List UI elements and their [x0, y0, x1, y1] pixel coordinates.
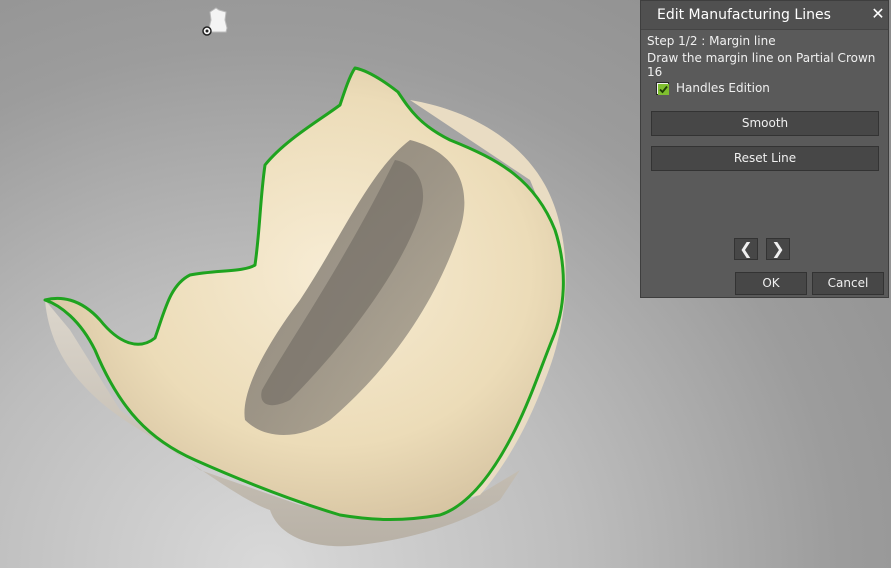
reset-line-button[interactable]: Reset Line: [651, 146, 879, 171]
smooth-button[interactable]: Smooth: [651, 111, 879, 136]
ok-button[interactable]: OK: [735, 272, 807, 295]
step-indicator: Step 1/2 : Margin line: [647, 34, 776, 48]
panel-header: Edit Manufacturing Lines ✕: [641, 1, 888, 30]
check-icon: [658, 84, 669, 95]
handles-edition-checkbox[interactable]: [656, 82, 669, 95]
cancel-button[interactable]: Cancel: [812, 272, 884, 295]
next-step-button[interactable]: ❯: [766, 238, 790, 260]
tooth-view-icon[interactable]: [200, 6, 232, 36]
panel-title: Edit Manufacturing Lines: [657, 7, 831, 23]
close-button[interactable]: ✕: [869, 5, 887, 23]
edit-manufacturing-lines-panel: Edit Manufacturing Lines ✕ Step 1/2 : Ma…: [640, 0, 889, 298]
instruction-text: Draw the margin line on Partial Crown 16: [647, 51, 876, 79]
previous-step-button[interactable]: ❮: [734, 238, 758, 260]
handles-edition-label: Handles Edition: [676, 81, 770, 95]
